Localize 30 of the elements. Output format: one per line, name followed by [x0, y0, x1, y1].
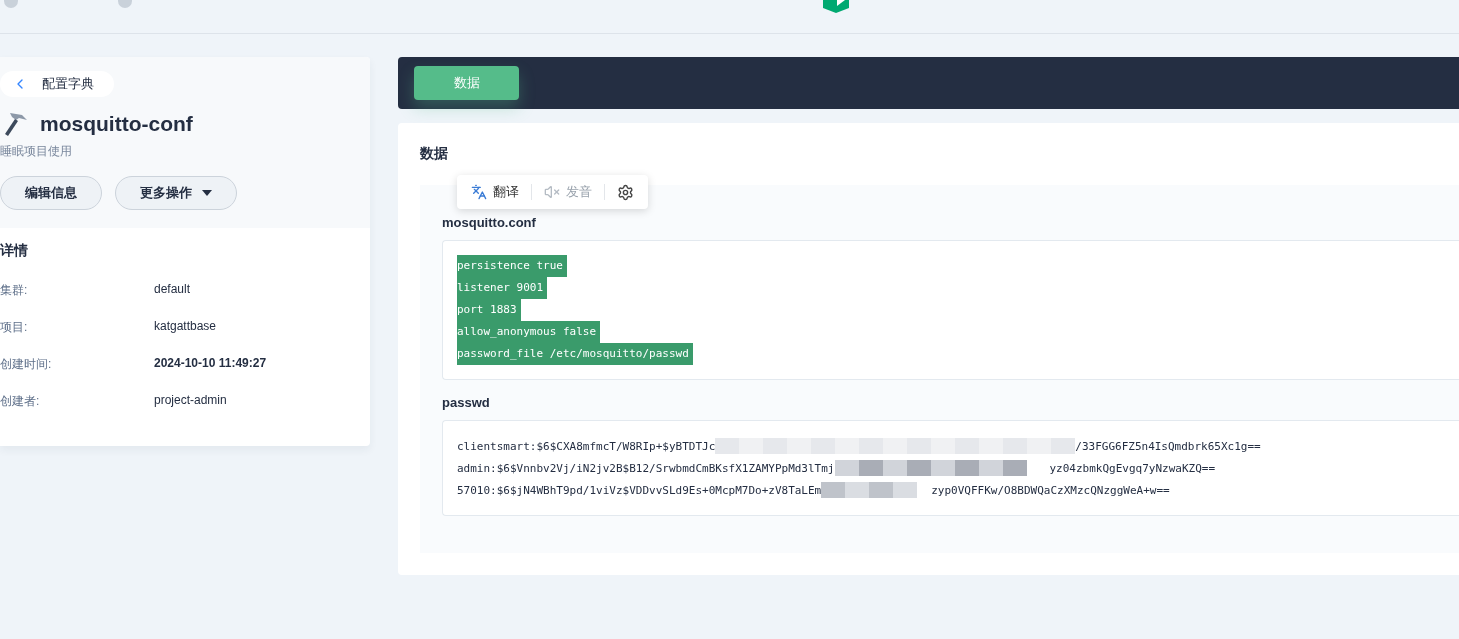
field-value: project-admin [154, 393, 228, 409]
back-link[interactable]: 配置字典 [0, 71, 114, 97]
field-label: 集群: [0, 282, 29, 299]
hammer-icon [4, 111, 28, 137]
speaker-muted-icon [544, 184, 560, 200]
action-button[interactable]: 编辑信息 [0, 176, 102, 210]
field-value: default [154, 282, 192, 298]
field-value: katgattbase [154, 319, 218, 335]
field-label: 创建时间: [0, 356, 53, 373]
settings-icon[interactable] [617, 183, 634, 201]
code-line: yz04zbmkQgEvgq7yNzwaKZQ== [1049, 461, 1216, 475]
entry-key: mosquitto.conf [442, 215, 1459, 230]
field-label: 项目: [0, 319, 29, 336]
caret-down-icon [202, 190, 212, 196]
resource-name: mosquitto-conf [40, 112, 193, 136]
entry-key: passwd [442, 395, 1459, 410]
code-line: zyp0VQFFKw/O8BDWQaCzXMzcQNzggWeA+w== [931, 483, 1170, 497]
section-title: 详情 [0, 242, 29, 260]
logo-icon [823, 0, 849, 13]
resource-description: 睡眠项目使用 [0, 143, 73, 160]
translate-button[interactable]: 翻译 [471, 183, 519, 201]
dropdown-button[interactable]: 更多操作 [115, 176, 237, 210]
field-label: 创建者: [0, 393, 41, 410]
panel-title: 数据 [420, 145, 449, 163]
translate-icon [471, 184, 487, 200]
code-line: admin:$6$Vnnbv2Vj/iN2jv2B$B12/SrwbmdCmBKsfX1ZAMYPpMd3lTmj [457, 461, 835, 475]
code-line: clientsmart:$6$CXA8mfmcT/W8RIp+$yBTDTJc [457, 439, 716, 453]
field-value: 2024-10-10 11:49:27 [154, 356, 268, 372]
code-line: 57010:$6$jN4WBhT9pd/1viVz$VDDvvSLd9Es+0McpM7Do+zV8TaLEm [457, 483, 822, 497]
code-line: /33FGG6FZ5n4IsQmdbrk65Xc1g== [1075, 439, 1261, 453]
